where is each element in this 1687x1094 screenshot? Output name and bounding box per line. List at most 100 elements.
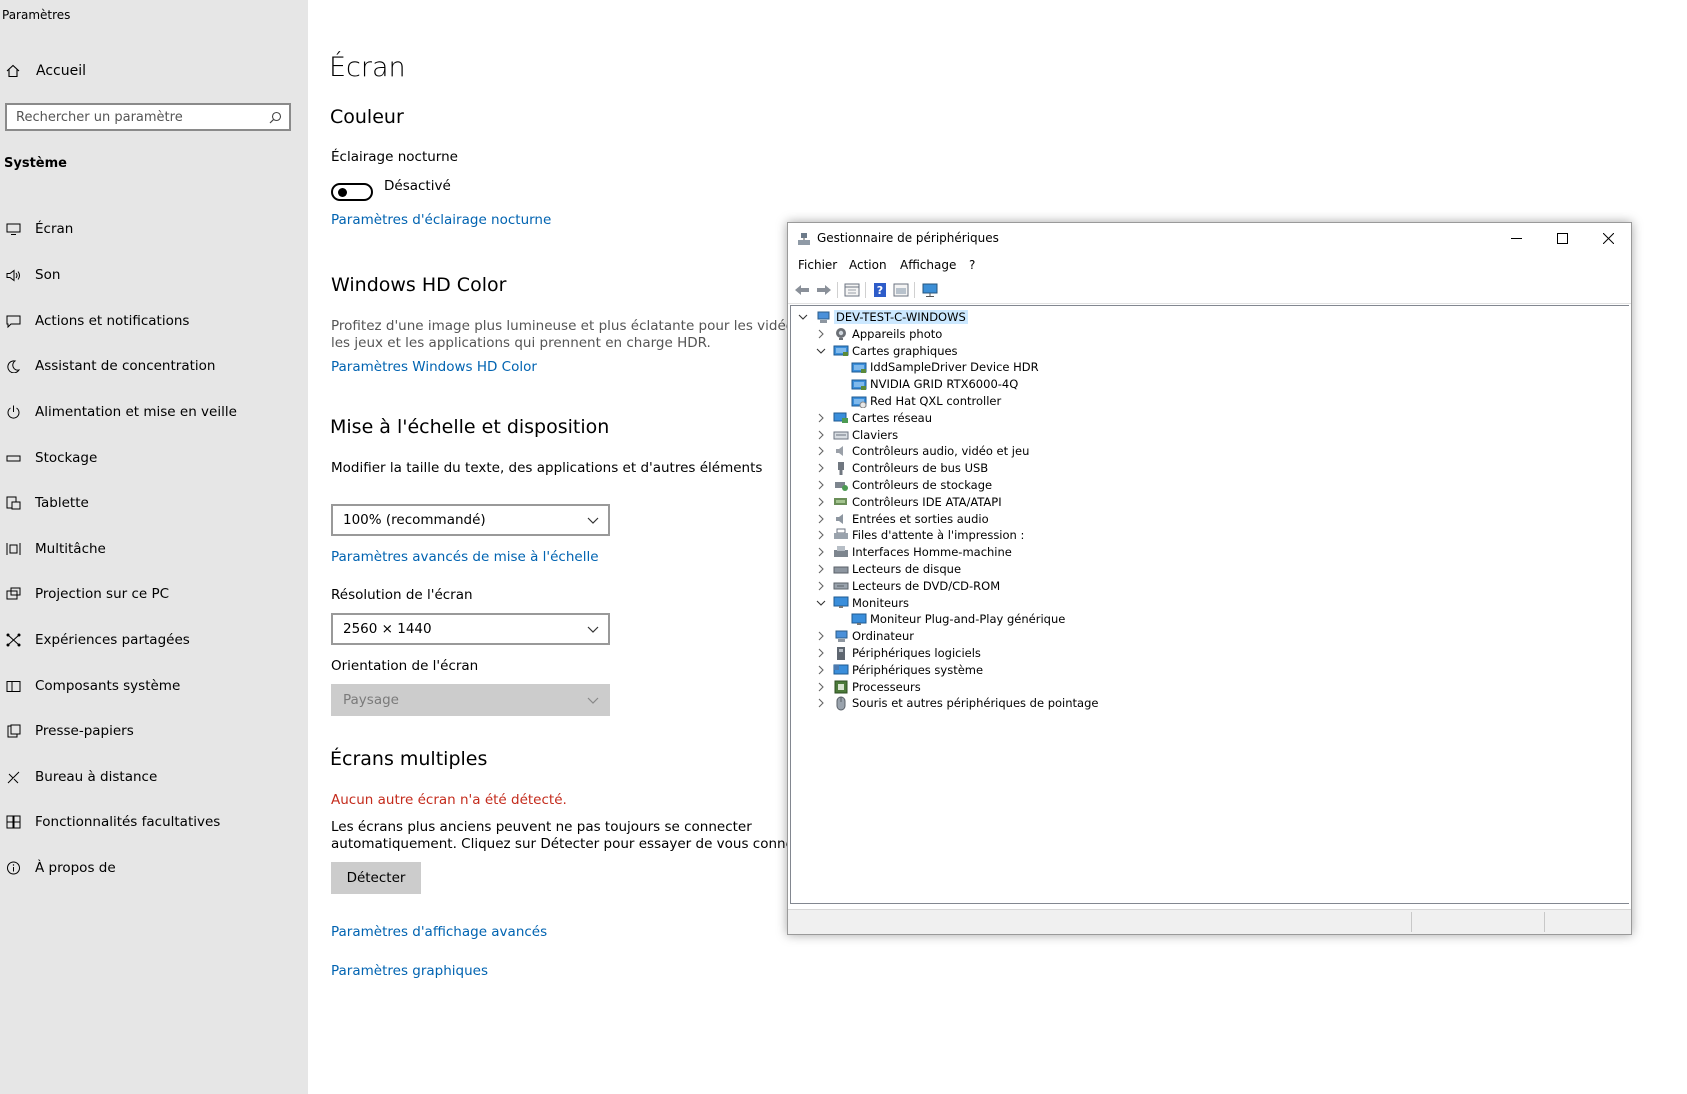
chevron-right-icon[interactable] (815, 546, 827, 558)
sidebar-item-alimentation[interactable]: Alimentation et mise en veille (0, 394, 308, 430)
tree-node[interactable]: Lecteurs de DVD/CD-ROM (815, 577, 1000, 595)
chevron-right-icon[interactable] (815, 697, 827, 709)
tree-node[interactable]: Files d'attente à l'impression : (815, 526, 1024, 544)
sidebar-item-notifications[interactable]: Actions et notifications (0, 303, 308, 339)
chevron-right-icon[interactable] (815, 664, 827, 676)
chevron-right-icon[interactable] (815, 513, 827, 525)
tree-node[interactable]: IddSampleDriver Device HDR (833, 358, 1039, 376)
advanced-scaling-link[interactable]: Paramètres avancés de mise à l'échelle (331, 549, 599, 565)
back-arrow-icon[interactable] (793, 282, 811, 298)
sidebar-item-tablette[interactable]: Tablette (0, 485, 308, 521)
chevron-down-icon[interactable] (797, 311, 809, 323)
no-display-detected-text: Aucun autre écran n'a été détecté. (331, 792, 567, 808)
monitor-icon (851, 612, 867, 626)
device-manager-titlebar[interactable]: Gestionnaire de périphériques (788, 223, 1631, 253)
sidebar-item-fonctionnalites[interactable]: Fonctionnalités facultatives (0, 804, 308, 840)
search-icon[interactable] (269, 111, 282, 124)
sidebar-item-projection[interactable]: Projection sur ce PC (0, 576, 308, 612)
help-icon[interactable]: ? (871, 282, 889, 298)
tree-node[interactable]: Claviers (815, 426, 898, 444)
properties-icon[interactable] (843, 282, 861, 298)
tree-node[interactable]: Périphériques logiciels (815, 644, 981, 662)
display-adapter-icon (833, 344, 849, 358)
chevron-right-icon[interactable] (815, 647, 827, 659)
advanced-display-settings-link[interactable]: Paramètres d'affichage avancés (331, 924, 547, 940)
minimize-button[interactable] (1493, 223, 1539, 253)
chevron-right-icon[interactable] (815, 496, 827, 508)
device-manager-menubar: Fichier Action Affichage ? (788, 255, 1631, 275)
tree-node[interactable]: Contrôleurs audio, vidéo et jeu (815, 442, 1029, 460)
sidebar-item-composants[interactable]: Composants système (0, 668, 308, 704)
tree-node[interactable]: Cartes graphiques (815, 342, 958, 360)
tree-node[interactable]: Moniteur Plug-and-Play générique (833, 610, 1065, 628)
tree-node-label: Périphériques système (852, 662, 984, 677)
tree-node[interactable]: Souris et autres périphériques de pointa… (815, 694, 1098, 712)
graphics-settings-link[interactable]: Paramètres graphiques (331, 963, 488, 979)
night-light-settings-link[interactable]: Paramètres d'éclairage nocturne (331, 212, 551, 228)
chevron-down-icon[interactable] (815, 345, 827, 357)
tree-node[interactable]: Périphériques système (815, 661, 983, 679)
tree-node[interactable]: Lecteurs de disque (815, 560, 961, 578)
tree-node[interactable]: Ordinateur (815, 627, 914, 645)
chevron-right-icon[interactable] (815, 630, 827, 642)
search-input[interactable] (7, 108, 258, 126)
menu-help[interactable]: ? (969, 258, 975, 272)
sidebar-item-stockage[interactable]: Stockage (0, 440, 308, 476)
tree-node-label: Appareils photo (852, 326, 943, 341)
tree-node[interactable]: Moniteurs (815, 594, 909, 612)
sidebar-item-presse-papiers[interactable]: Presse-papiers (0, 713, 308, 749)
tree-node-label: Contrôleurs audio, vidéo et jeu (852, 444, 1030, 459)
chevron-right-icon[interactable] (815, 563, 827, 575)
night-light-toggle[interactable] (331, 183, 373, 201)
chevron-right-icon[interactable] (815, 529, 827, 541)
sidebar-item-ecran[interactable]: Écran (0, 211, 308, 247)
hdr-settings-link[interactable]: Paramètres Windows HD Color (331, 359, 537, 375)
sidebar-item-experiences[interactable]: Expériences partagées (0, 622, 308, 658)
tree-node[interactable]: Processeurs (815, 678, 921, 696)
tree-node[interactable]: Contrôleurs IDE ATA/ATAPI (815, 493, 1002, 511)
chevron-right-icon[interactable] (815, 479, 827, 491)
sidebar-item-son[interactable]: Son (0, 257, 308, 293)
minimize-icon (1510, 237, 1522, 239)
ide-icon (833, 495, 849, 509)
menu-fichier[interactable]: Fichier (798, 258, 837, 272)
tree-node[interactable]: Contrôleurs de stockage (815, 476, 992, 494)
chevron-right-icon[interactable] (815, 462, 827, 474)
chevron-right-icon[interactable] (815, 429, 827, 441)
sidebar-item-a-propos[interactable]: À propos de (0, 850, 308, 886)
chevron-right-icon[interactable] (815, 580, 827, 592)
scale-dropdown[interactable]: 100% (recommandé) (331, 504, 610, 536)
chevron-right-icon[interactable] (815, 412, 827, 424)
settings-sidebar: Paramètres Accueil Système Écran Son Act… (0, 0, 308, 1094)
menu-affichage[interactable]: Affichage (900, 258, 956, 272)
storage-icon (4, 452, 22, 465)
sidebar-item-multitache[interactable]: Multitâche (0, 531, 308, 567)
tree-node[interactable]: Contrôleurs de bus USB (815, 459, 988, 477)
maximize-button[interactable] (1539, 223, 1585, 253)
tree-node[interactable]: Red Hat QXL controller (833, 392, 1001, 410)
chevron-down-icon[interactable] (815, 597, 827, 609)
chevron-right-icon[interactable] (815, 328, 827, 340)
tree-node[interactable]: Cartes réseau (815, 409, 932, 427)
hdr-description-line1: Profitez d'une image plus lumineuse et p… (331, 318, 806, 334)
scan-hardware-icon[interactable] (922, 282, 940, 298)
detect-button[interactable]: Détecter (331, 862, 421, 894)
chevron-right-icon[interactable] (815, 445, 827, 457)
forward-arrow-icon[interactable] (815, 282, 833, 298)
resolution-dropdown[interactable]: 2560 × 1440 (331, 613, 610, 645)
multi-display-desc-line2: automatiquement. Cliquez sur Détecter po… (331, 836, 824, 852)
menu-action[interactable]: Action (849, 258, 887, 272)
tree-node[interactable]: Interfaces Homme-machine (815, 543, 1012, 561)
tree-node[interactable]: NVIDIA GRID RTX6000-4Q (833, 375, 1018, 393)
close-button[interactable] (1585, 223, 1631, 253)
chevron-right-icon[interactable] (815, 681, 827, 693)
orientation-dropdown[interactable]: Paysage (331, 684, 610, 716)
nav-home[interactable]: Accueil (0, 58, 308, 84)
sidebar-item-concentration[interactable]: Assistant de concentration (0, 348, 308, 384)
tree-node[interactable]: Appareils photo (815, 325, 942, 343)
hid-icon (833, 545, 849, 559)
tree-node[interactable]: Entrées et sorties audio (815, 510, 989, 528)
tree-node[interactable]: DEV-TEST-C-WINDOWS (797, 308, 968, 326)
update-driver-icon[interactable] (892, 282, 910, 298)
sidebar-item-bureau-distance[interactable]: Bureau à distance (0, 759, 308, 795)
